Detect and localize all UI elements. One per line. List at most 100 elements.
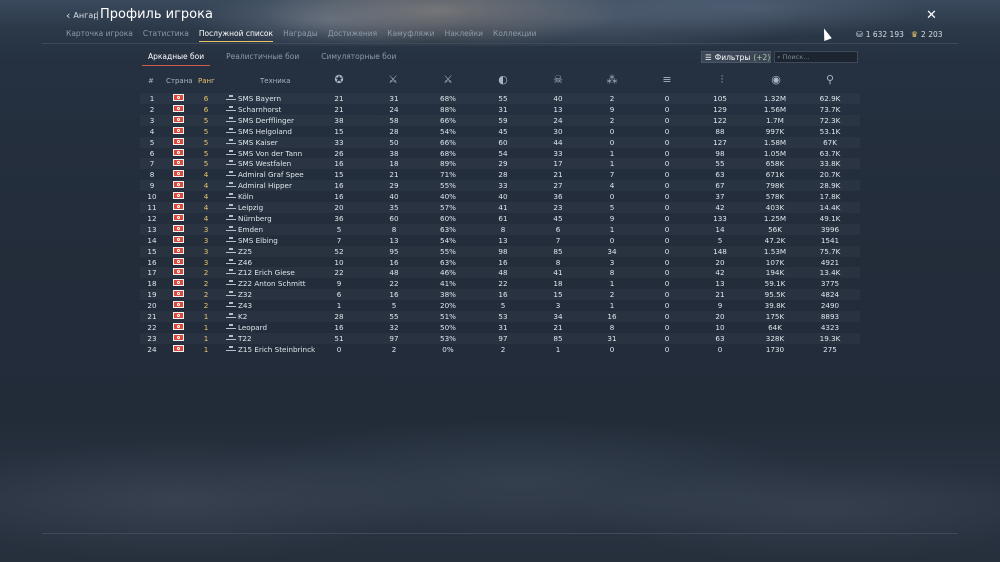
stat-ground-kills: 0 (664, 213, 670, 223)
respawns-icon[interactable]: ◐ (495, 72, 511, 88)
stat-experience: 107K (765, 257, 785, 267)
win-rate-icon[interactable]: ⚔ (440, 72, 456, 88)
table-row[interactable]: 15 3 Z25 52 95 55% 98 85 34 0 148 1.53M 75.7K (140, 246, 860, 257)
stat-naval-kills: 127 (713, 137, 727, 147)
mouse-cursor-icon (820, 26, 832, 42)
stat-battles: 20 (334, 203, 344, 212)
mode-tab-0[interactable]: Аркадные бои (142, 52, 211, 66)
table-row[interactable]: 24 1 Z15 Erich Steinbrinck 0 2 0% 2 1 0 0 0 1730 275 (140, 344, 860, 355)
stat-air-kills: 1 (609, 159, 615, 169)
tab-3[interactable]: Награды (283, 29, 318, 42)
table-row[interactable]: 4 5 SMS Helgoland 15 28 54% 45 30 0 0 88 997K 53.1K (140, 126, 860, 137)
row-rank: 2 (203, 279, 209, 289)
stat-win-rate: 50% (440, 322, 456, 332)
tab-2[interactable]: Послужной список (198, 29, 274, 42)
col-rank[interactable]: Ранг (198, 77, 215, 85)
col-country[interactable]: Страна (166, 77, 193, 85)
stat-win-rate: 46% (440, 268, 456, 278)
ground-kills-icon[interactable]: ≡ (659, 72, 675, 88)
table-row[interactable]: 7 5 SMS Westfalen 16 18 89% 29 17 1 0 55 658K 33.8K (140, 158, 860, 169)
stat-respawns: 29 (498, 159, 508, 169)
table-row[interactable]: 12 4 Nürnberg 36 60 60% 61 45 9 0 133 1.25M 49.1K (140, 213, 860, 224)
stat-win-rate: 40% (440, 192, 456, 202)
table-row[interactable]: 1 6 SMS Bayern 21 31 68% 55 40 2 0 105 1.32M 62.9K (140, 93, 860, 104)
row-number: 18 (147, 279, 157, 289)
tab-5[interactable]: Камуфляжи (387, 29, 434, 42)
vehicle-name: SMS Kaiser (238, 137, 278, 147)
stat-experience: 95.5K (764, 290, 786, 300)
table-row[interactable]: 17 2 Z12 Erich Giese 22 48 46% 48 41 8 0 42 194K 13.… (140, 267, 860, 278)
stat-battles: 21 (334, 94, 344, 103)
stat-deaths: 44 (553, 137, 563, 147)
earnings-icon[interactable]: ⚲ (822, 72, 838, 88)
germany-flag-icon (173, 148, 184, 156)
stat-naval-kills: 14 (715, 224, 725, 234)
vehicle-name: Z43 (238, 301, 253, 311)
stat-victories: 22 (389, 279, 399, 289)
stat-experience: 1.05M (763, 148, 787, 158)
table-row[interactable]: 6 5 SMS Von der Tann 26 38 68% 54 33 1 0 98 1.05M 63… (140, 148, 860, 159)
table-row[interactable]: 5 5 SMS Kaiser 33 50 66% 60 44 0 0 127 1.58M 67K (140, 137, 860, 148)
table-row[interactable]: 8 4 Admiral Graf Spee 15 21 71% 28 21 7 0 63 671K 20… (140, 169, 860, 180)
ship-silhouette-icon (226, 149, 236, 155)
stat-experience: 997K (765, 126, 785, 136)
germany-flag-icon (173, 192, 184, 200)
ship-silhouette-icon (226, 225, 236, 231)
filters-icon: ☰ (705, 52, 712, 62)
table-row[interactable]: 2 6 Scharnhorst 21 24 88% 31 13 9 0 129 1.56M 73.7K (140, 104, 860, 115)
table-row[interactable]: 22 1 Leopard 16 32 50% 31 21 8 0 10 64K 4323 (140, 322, 860, 333)
experience-icon[interactable]: ◉ (768, 72, 784, 88)
stat-earnings: 275 (823, 344, 837, 354)
mode-tab-2[interactable]: Симуляторные бои (315, 52, 402, 66)
back-to-hangar-button[interactable]: ‹ Ангар (66, 8, 98, 22)
chevron-left-icon: ‹ (66, 8, 71, 22)
ship-silhouette-icon (226, 280, 236, 286)
deaths-icon[interactable]: ☠ (550, 72, 566, 88)
stat-battles: 16 (334, 192, 344, 202)
filters-button[interactable]: ☰ Фильтры (+2) (701, 51, 771, 63)
col-number[interactable]: # (148, 77, 154, 85)
germany-flag-icon (173, 224, 184, 232)
table-row[interactable]: 14 3 SMS Elbing 7 13 54% 13 7 0 0 5 47.2K 1541 (140, 235, 860, 246)
table-row[interactable]: 19 2 Z32 6 16 38% 16 15 2 0 21 95.5K 4824 (140, 289, 860, 300)
vehicle-name: SMS Von der Tann (238, 148, 303, 158)
clouds-background (0, 420, 1000, 562)
row-number: 4 (149, 126, 155, 136)
table-row[interactable]: 23 1 T22 51 97 53% 97 85 31 0 63 328K 19.3K (140, 333, 860, 344)
stat-earnings: 2490 (820, 301, 840, 311)
table-row[interactable]: 10 4 Köln 16 40 40% 40 36 0 0 37 578K 17.8K (140, 191, 860, 202)
close-button[interactable]: ✕ (926, 8, 937, 23)
stat-respawns: 22 (498, 279, 508, 289)
ship-silhouette-icon (226, 105, 236, 111)
table-row[interactable]: 18 2 Z22 Anton Schmitt 9 22 41% 22 18 1 0 13 59.1K 3… (140, 278, 860, 289)
stat-ground-kills: 0 (664, 322, 670, 332)
table-row[interactable]: 16 3 Z46 10 16 63% 16 8 3 0 20 107K 4921 (140, 257, 860, 268)
col-vehicle[interactable]: Техника (260, 77, 290, 85)
search-input[interactable] (782, 53, 853, 61)
table-row[interactable]: 13 3 Emden 5 8 63% 8 6 1 0 14 56K 3996 (140, 224, 860, 235)
tab-6[interactable]: Наклейки (445, 29, 483, 42)
table-row[interactable]: 11 4 Leipzig 20 35 57% 41 23 5 0 42 403K 14.4K (140, 202, 860, 213)
stat-win-rate: 68% (440, 148, 456, 158)
naval-kills-icon[interactable]: ⫶ (714, 72, 730, 88)
tab-7[interactable]: Коллекции (493, 29, 537, 42)
ship-silhouette-icon (226, 291, 236, 297)
stat-win-rate: 68% (440, 94, 456, 103)
stat-earnings: 49.1K (819, 213, 841, 223)
tab-1[interactable]: Статистика (143, 29, 189, 42)
stat-win-rate: 63% (440, 257, 456, 267)
row-number: 5 (149, 137, 155, 147)
battles-icon[interactable]: ✪ (331, 72, 347, 88)
tab-0[interactable]: Карточка игрока (66, 29, 133, 42)
row-number: 12 (147, 213, 157, 223)
ship-silhouette-icon (226, 214, 236, 220)
victories-icon[interactable]: ⚔ (385, 72, 401, 88)
vehicle-name: Köln (238, 192, 254, 202)
table-row[interactable]: 3 5 SMS Derfflinger 38 58 66% 59 24 2 0 122 1.7M 72.… (140, 115, 860, 126)
table-row[interactable]: 20 2 Z43 1 5 20% 5 3 1 0 9 39.8K 2490 (140, 300, 860, 311)
air-kills-icon[interactable]: ⁂ (604, 72, 620, 88)
mode-tab-1[interactable]: Реалистичные бои (220, 52, 305, 66)
tab-4[interactable]: Достижения (328, 29, 377, 42)
table-row[interactable]: 21 1 K2 28 55 51% 53 34 16 0 20 175K 8893 (140, 311, 860, 322)
table-row[interactable]: 9 4 Admiral Hipper 16 29 55% 33 27 4 0 67 798K 28.9K (140, 180, 860, 191)
